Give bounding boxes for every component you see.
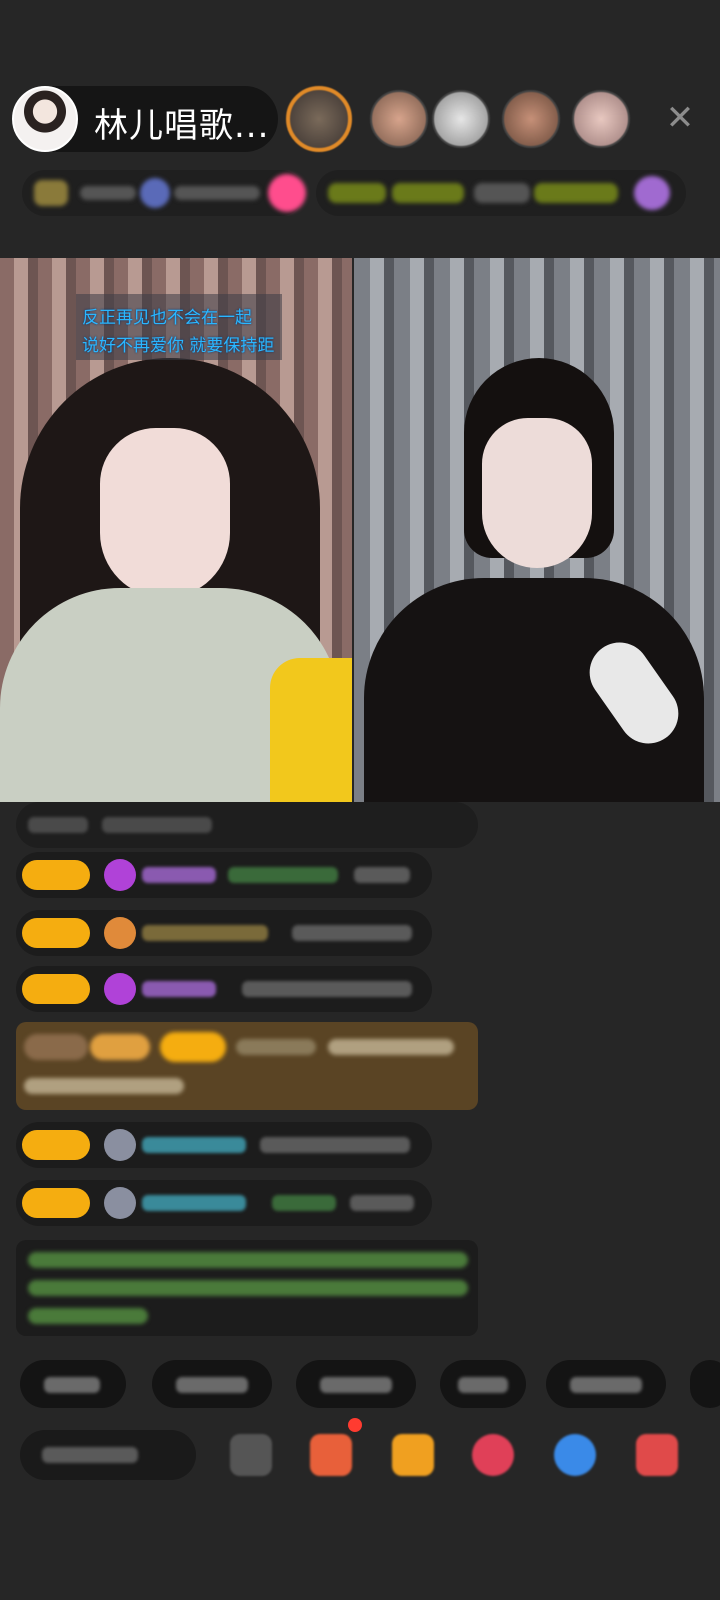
viewer-avatar[interactable]	[572, 90, 630, 148]
host-face	[100, 428, 230, 598]
guest-face	[482, 418, 592, 568]
notice-text	[28, 1280, 468, 1296]
host-avatar[interactable]	[12, 86, 78, 152]
rank-tag	[534, 183, 618, 203]
chat-text	[24, 1078, 184, 1094]
quick-reply-label	[44, 1377, 100, 1393]
quick-reply[interactable]	[690, 1360, 720, 1408]
host-profile[interactable]: 林儿唱歌...	[12, 86, 278, 152]
chat-input[interactable]	[20, 1430, 196, 1480]
quick-reply[interactable]	[152, 1360, 272, 1408]
video-guest-right[interactable]	[354, 258, 720, 802]
notice-text	[28, 1252, 468, 1268]
fans-icon	[140, 178, 170, 208]
viewer-avatar[interactable]	[432, 90, 490, 148]
chat-text	[328, 1039, 454, 1055]
lyric-overlay: 反正再见也不会在一起 说好不再爱你 就要保持距	[76, 294, 282, 360]
quick-reply[interactable]	[546, 1360, 666, 1408]
rank-bar[interactable]	[316, 170, 686, 216]
red-packet-icon[interactable]	[392, 1434, 434, 1476]
video-host-left[interactable]: 反正再见也不会在一起 说好不再爱你 就要保持距	[0, 258, 352, 802]
fans-club-badge	[24, 1034, 88, 1060]
rank-tag	[474, 183, 530, 203]
quick-reply[interactable]	[296, 1360, 416, 1408]
quick-reply-label	[458, 1377, 508, 1393]
rank-tag	[328, 183, 386, 203]
lyric-line: 说好不再爱你 就要保持距	[82, 336, 275, 356]
quick-reply-label	[320, 1377, 392, 1393]
chat-text	[102, 817, 212, 833]
diamond-icon	[104, 973, 136, 1005]
chat-username	[142, 867, 216, 883]
chat-message	[16, 910, 432, 956]
chat-text	[272, 1195, 336, 1211]
quick-reply[interactable]	[440, 1360, 526, 1408]
lyric-line: 反正再见也不会在一起	[82, 308, 252, 328]
game-icon[interactable]	[554, 1434, 596, 1476]
viewer-avatar[interactable]	[370, 90, 428, 148]
chat-message	[16, 852, 432, 898]
level-badge	[22, 860, 90, 890]
chat-message	[16, 1122, 432, 1168]
level-badge	[22, 974, 90, 1004]
quick-reply-label	[176, 1377, 248, 1393]
gift-message	[16, 1022, 478, 1110]
rank-tag	[392, 183, 464, 203]
viewer-avatar[interactable]	[502, 90, 560, 148]
level-badge	[160, 1032, 226, 1062]
fans-badge-icon	[104, 917, 136, 949]
chat-text	[354, 867, 410, 883]
pk-icon[interactable]	[472, 1434, 514, 1476]
chat-message	[16, 966, 432, 1012]
chat-input-placeholder	[42, 1447, 138, 1463]
level-badge	[22, 1188, 90, 1218]
level-badge	[22, 1130, 90, 1160]
quick-reply[interactable]	[20, 1360, 126, 1408]
quick-reply-label	[570, 1377, 642, 1393]
yellow-chair	[270, 658, 352, 802]
diamond-icon	[104, 859, 136, 891]
level-icon	[34, 180, 68, 206]
host-info-bar[interactable]	[22, 170, 306, 216]
notification-dot	[348, 1418, 362, 1432]
more-icon[interactable]	[230, 1434, 272, 1476]
host-name: 林儿唱歌...	[94, 106, 270, 146]
chat-username	[142, 1195, 246, 1211]
shop-icon[interactable]	[636, 1434, 678, 1476]
user-avatar-icon	[104, 1187, 136, 1219]
system-notice	[16, 1240, 478, 1336]
gift-icon[interactable]	[634, 176, 670, 210]
notice-text	[28, 1308, 148, 1324]
follow-icon[interactable]	[268, 174, 306, 212]
info-text	[174, 186, 260, 200]
chat-message	[16, 802, 478, 848]
chat-text	[28, 817, 88, 833]
chat-username	[236, 1039, 316, 1055]
close-icon[interactable]: ✕	[664, 101, 696, 135]
chat-username	[142, 981, 216, 997]
gift-box-icon[interactable]	[310, 1434, 352, 1476]
chat-username	[142, 925, 268, 941]
chat-text	[292, 925, 412, 941]
chat-text	[242, 981, 412, 997]
chat-username	[142, 1137, 246, 1153]
chat-text	[350, 1195, 414, 1211]
user-avatar-icon	[104, 1129, 136, 1161]
fans-club-badge	[90, 1034, 150, 1060]
chat-text	[228, 867, 338, 883]
info-text	[80, 186, 136, 200]
chat-text	[260, 1137, 410, 1153]
chat-message	[16, 1180, 432, 1226]
level-badge	[22, 918, 90, 948]
top-viewer-avatar[interactable]	[286, 86, 352, 152]
